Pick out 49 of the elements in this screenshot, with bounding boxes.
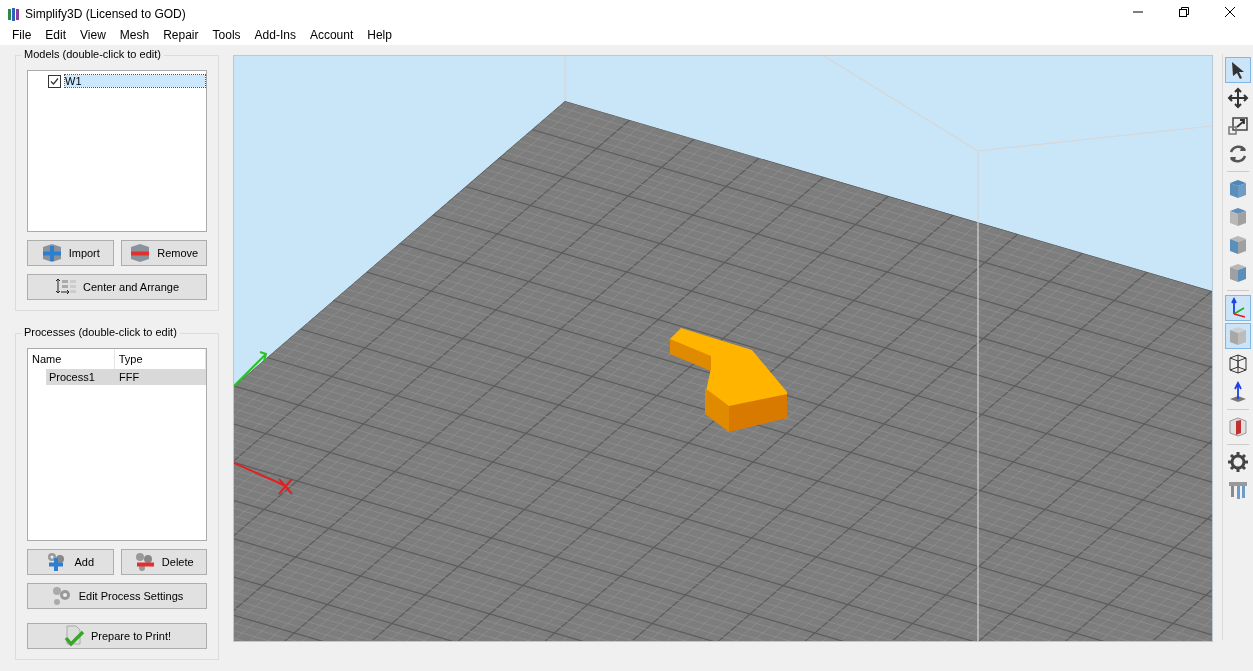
- wireframe-cube-icon: [1227, 353, 1249, 375]
- cube-icon: [1227, 178, 1249, 200]
- import-button[interactable]: Import: [27, 240, 114, 266]
- move-icon: [1227, 87, 1249, 109]
- gears-icon: [50, 586, 73, 606]
- document-check-icon: [62, 625, 85, 647]
- menu-item[interactable]: Mesh: [112, 27, 157, 42]
- menu-item[interactable]: Edit: [38, 27, 74, 42]
- toolbar-button[interactable]: [1225, 449, 1251, 475]
- delete-button[interactable]: Delete: [120, 549, 207, 575]
- toolbar-button[interactable]: [1225, 295, 1251, 321]
- cross-section-icon: [1227, 416, 1249, 438]
- prepare-to-print-button[interactable]: Prepare to Print!: [27, 623, 207, 649]
- gears-minus-icon: [133, 552, 156, 572]
- rotate-icon: [1227, 143, 1249, 165]
- add-button[interactable]: Add: [27, 549, 114, 575]
- solid-cube-icon: [1227, 325, 1249, 347]
- group-title: Processes (double-click to edit): [21, 326, 180, 338]
- app-logo-icon: [8, 7, 19, 21]
- support-pillars-icon: [1227, 479, 1249, 501]
- menu-item[interactable]: Add-Ins: [247, 27, 303, 42]
- process-row[interactable]: Process1 FFF: [46, 369, 206, 385]
- close-icon: [1225, 7, 1235, 17]
- toolbar-button[interactable]: [1225, 57, 1251, 83]
- center-and-arrange-button[interactable]: Center and Arrange: [27, 274, 207, 300]
- menu-item[interactable]: View: [73, 27, 113, 42]
- menu-item[interactable]: Account: [302, 27, 361, 42]
- remove-button[interactable]: Remove: [120, 240, 207, 266]
- toolbar-button[interactable]: [1225, 85, 1251, 111]
- menu-item[interactable]: File: [5, 27, 39, 42]
- checkbox[interactable]: [48, 74, 61, 88]
- window-title: Simplify3D (Licensed to GOD): [25, 7, 186, 21]
- cube-icon: [1227, 206, 1249, 228]
- menu-item[interactable]: Tools: [205, 27, 248, 42]
- edit-process-settings-button[interactable]: Edit Process Settings: [27, 583, 207, 609]
- settings-icon: [1227, 451, 1249, 473]
- cube-minus-icon: [129, 243, 152, 263]
- menu-item[interactable]: Repair: [156, 27, 206, 42]
- arrange-icon: [55, 278, 77, 296]
- cube-plus-icon: [40, 243, 63, 263]
- menu-item[interactable]: Help: [360, 27, 399, 42]
- scale-icon: [1227, 115, 1249, 137]
- table-cell: FFF: [119, 371, 140, 383]
- cube-icon: [1227, 234, 1249, 256]
- group-title: Models (double-click to edit): [21, 48, 164, 60]
- model-item[interactable]: W1: [65, 75, 205, 87]
- restore-icon: [1179, 7, 1189, 17]
- table-cell-text: Process1: [48, 371, 96, 383]
- cube-icon: [1227, 262, 1249, 284]
